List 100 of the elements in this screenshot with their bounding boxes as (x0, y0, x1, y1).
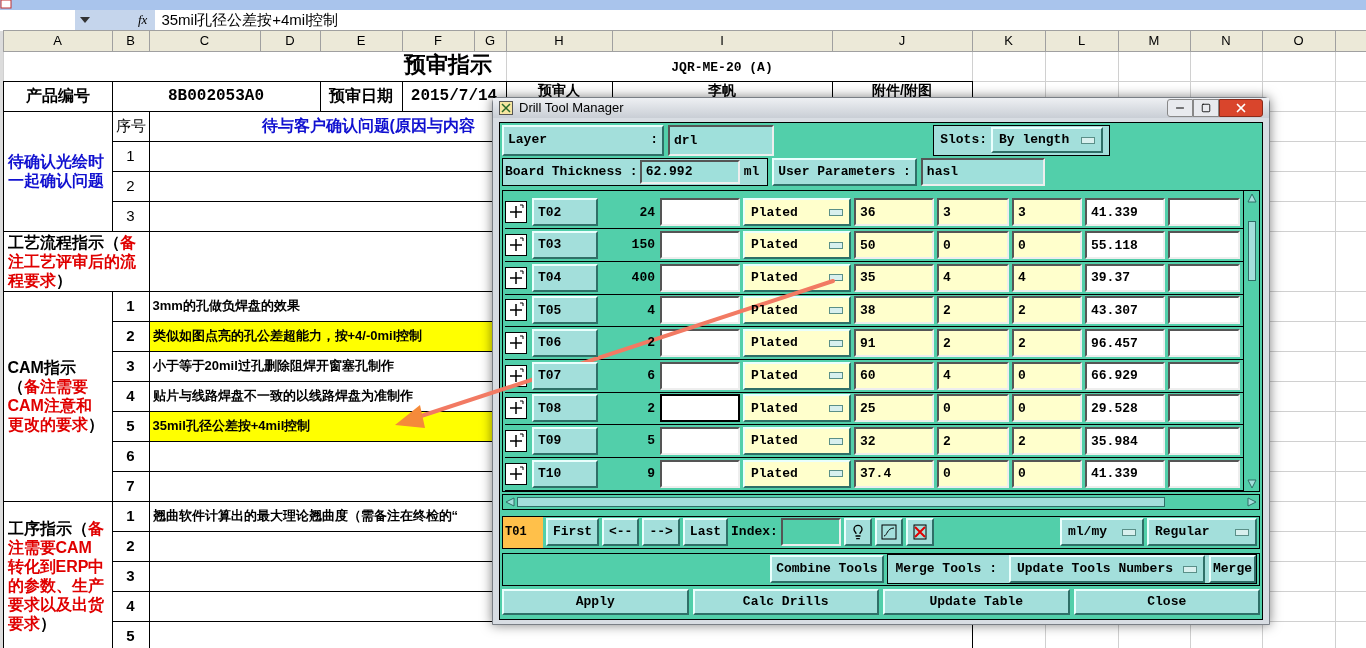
dropdown-arrow-icon[interactable] (80, 17, 90, 23)
scroll-right-icon[interactable] (1247, 496, 1257, 507)
input-field[interactable]: 55.118 (1085, 231, 1165, 259)
tool-button[interactable]: T10 (532, 459, 598, 488)
input-field[interactable] (1168, 329, 1240, 357)
input-field[interactable] (660, 198, 740, 227)
input-field[interactable]: hasl (920, 157, 1045, 186)
column-header[interactable]: C (149, 30, 260, 51)
dropdown[interactable]: Plated (743, 427, 851, 456)
maximize-button[interactable] (1193, 98, 1219, 117)
plus-icon[interactable] (505, 201, 527, 224)
column-header[interactable]: O (1262, 30, 1335, 51)
column-header[interactable]: B (112, 30, 149, 51)
dropdown[interactable]: By length (991, 127, 1103, 153)
input-field[interactable]: 4 (937, 361, 1009, 390)
input-field[interactable]: 36 (854, 198, 934, 227)
input-field[interactable]: 62.992 (639, 159, 740, 184)
input-field[interactable]: 96.457 (1085, 329, 1165, 357)
input-field[interactable]: 41.339 (1085, 459, 1165, 488)
input-field[interactable] (660, 394, 740, 423)
plus-icon[interactable] (505, 397, 527, 420)
input-field[interactable] (1168, 231, 1240, 259)
plus-icon[interactable] (505, 430, 527, 453)
tool-button[interactable]: T05 (532, 296, 598, 325)
tool-button[interactable]: T04 (532, 263, 598, 292)
tool-button[interactable]: T06 (532, 329, 598, 357)
dropdown[interactable]: ml/my (1060, 518, 1144, 546)
input-field[interactable]: 2 (937, 329, 1009, 357)
action-button[interactable]: Update Table (883, 588, 1070, 615)
input-field[interactable]: 2 (1012, 296, 1082, 325)
input-field[interactable]: 38 (854, 296, 934, 325)
dropdown[interactable]: Plated (743, 198, 851, 227)
delete-icon[interactable] (905, 518, 934, 546)
input-field[interactable]: 0 (1012, 231, 1082, 259)
input-field[interactable] (1168, 198, 1240, 227)
curve-icon[interactable] (874, 518, 903, 546)
input-field[interactable]: 0 (1012, 361, 1082, 390)
input-field[interactable]: 2 (937, 427, 1009, 456)
input-field[interactable] (660, 361, 740, 390)
scroll-up-icon[interactable] (1246, 192, 1257, 203)
dropdown[interactable]: Plated (743, 394, 851, 423)
action-button[interactable]: Calc Drills (692, 588, 879, 615)
dropdown[interactable]: Plated (743, 361, 851, 390)
input-field[interactable]: 29.528 (1085, 394, 1165, 423)
dropdown[interactable]: Plated (743, 329, 851, 357)
column-header[interactable]: G (474, 30, 506, 51)
scroll-down-icon[interactable] (1246, 478, 1257, 489)
input-field[interactable]: 60 (854, 361, 934, 390)
input-field[interactable]: 2 (1012, 329, 1082, 357)
input-field[interactable] (1168, 459, 1240, 488)
column-header[interactable]: L (1045, 30, 1118, 51)
input-field[interactable]: 43.307 (1085, 296, 1165, 325)
input-field[interactable]: 4 (1012, 263, 1082, 292)
input-field[interactable]: 35.984 (1085, 427, 1165, 456)
input-field[interactable]: 4 (937, 263, 1009, 292)
function-icon[interactable]: fx (138, 10, 148, 30)
input-field[interactable]: 50 (854, 231, 934, 259)
column-header[interactable]: H (506, 30, 612, 51)
input-field[interactable]: 3 (937, 198, 1009, 227)
plus-icon[interactable] (505, 332, 527, 354)
input-field[interactable]: 0 (937, 231, 1009, 259)
input-field[interactable]: 25 (854, 394, 934, 423)
input-field[interactable]: 32 (854, 427, 934, 456)
plus-icon[interactable] (505, 462, 527, 485)
input-field[interactable]: 66.929 (1085, 361, 1165, 390)
column-header[interactable]: M (1118, 30, 1190, 51)
input-field[interactable]: 0 (1012, 459, 1082, 488)
navigation-button[interactable]: --> (642, 518, 680, 546)
input-field[interactable] (660, 296, 740, 325)
column-header[interactable]: K (972, 30, 1045, 51)
column-header[interactable]: A (3, 30, 112, 51)
action-button[interactable]: Apply (502, 588, 689, 615)
vertical-scrollbar[interactable] (1243, 190, 1259, 491)
column-header[interactable]: J (832, 30, 972, 51)
tool-button[interactable]: T07 (532, 361, 598, 390)
input-field[interactable] (660, 427, 740, 456)
input-field[interactable] (660, 459, 740, 488)
lightbulb-icon[interactable] (843, 518, 872, 546)
input-field[interactable]: 91 (854, 329, 934, 357)
input-field[interactable] (1168, 296, 1240, 325)
navigation-button[interactable]: <-- (602, 518, 640, 546)
column-header[interactable]: N (1190, 30, 1262, 51)
scroll-left-icon[interactable] (505, 496, 515, 507)
input-field[interactable] (1168, 263, 1240, 292)
column-header[interactable]: I (612, 30, 832, 51)
plus-icon[interactable] (505, 266, 527, 289)
input-field[interactable] (660, 263, 740, 292)
plus-icon[interactable] (505, 299, 527, 322)
tool-button[interactable]: T08 (532, 394, 598, 423)
input-field[interactable]: 2 (1012, 427, 1082, 456)
navigation-button[interactable]: First (546, 518, 599, 546)
dropdown[interactable]: Plated (743, 459, 851, 488)
input-field[interactable] (780, 518, 841, 546)
action-button[interactable]: Close (1073, 588, 1260, 615)
dropdown[interactable]: Plated (743, 296, 851, 325)
input-field[interactable] (1168, 361, 1240, 390)
input-field[interactable] (660, 329, 740, 357)
column-header[interactable]: F (402, 30, 474, 51)
layer-button[interactable]: Layer : (502, 124, 664, 156)
input-field[interactable] (1168, 427, 1240, 456)
